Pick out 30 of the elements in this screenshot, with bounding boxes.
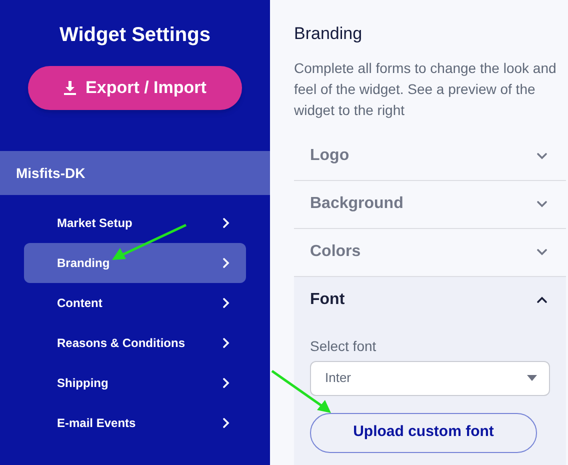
group-header[interactable]: Misfits-DK (0, 151, 270, 195)
nav-item[interactable]: Branding (24, 243, 246, 283)
chevron-icon (536, 294, 548, 306)
chevron-icon (220, 217, 232, 229)
accordion-header[interactable]: Colors (294, 228, 566, 276)
chevron-icon (536, 246, 548, 258)
accordion-header[interactable]: Font (294, 276, 566, 324)
font-select[interactable]: Inter (310, 360, 550, 396)
nav-item[interactable]: E-mail Events (24, 403, 246, 443)
nav-item[interactable]: Reasons & Conditions (24, 323, 246, 363)
chevron-icon (220, 337, 232, 349)
nav-item[interactable]: Shipping (24, 363, 246, 403)
chevron-icon (220, 377, 232, 389)
description: Complete all forms to change the look and feel of the widget. See a preview of the widget to the right (294, 58, 558, 120)
chevron-icon (220, 417, 232, 429)
download-icon (64, 81, 76, 95)
section-title: Branding (294, 23, 364, 45)
dropdown-icon (527, 375, 537, 381)
upload-font-button[interactable]: Upload custom font (310, 412, 537, 452)
accordion-header[interactable]: Logo (294, 132, 566, 180)
chevron-icon (536, 150, 548, 162)
chevron-icon (220, 297, 232, 309)
accordion-header[interactable]: Background (294, 180, 566, 228)
nav-item[interactable]: Market Setup (24, 203, 246, 243)
export-import-button[interactable]: Export / Import (28, 66, 242, 110)
sidebar-title: Widget Settings (60, 23, 210, 48)
chevron-icon (220, 257, 232, 269)
chevron-icon (536, 198, 548, 210)
nav-item[interactable]: Content (24, 283, 246, 323)
field-label: Select font (310, 336, 378, 356)
